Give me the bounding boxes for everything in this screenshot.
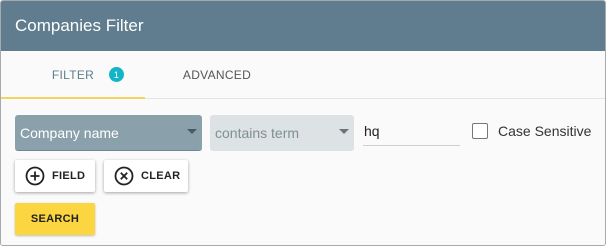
tab-bar: FILTER 1 ADVANCED — [1, 51, 605, 99]
clear-button[interactable]: CLEAR — [104, 160, 188, 192]
clear-label: CLEAR — [141, 170, 181, 182]
active-tab-indicator — [1, 97, 145, 99]
case-sensitive-checkbox[interactable] — [472, 123, 488, 139]
search-button[interactable]: SEARCH — [15, 203, 95, 235]
operator-select-value: contains term — [215, 125, 300, 141]
tab-filter-label: FILTER — [51, 67, 95, 82]
tab-advanced-label: ADVANCED — [182, 67, 252, 82]
tab-filter[interactable]: FILTER 1 — [1, 51, 145, 99]
chevron-down-icon — [339, 129, 349, 134]
plus-circle-icon — [25, 166, 45, 186]
panel-header: Companies Filter — [1, 1, 605, 51]
add-field-label: FIELD — [52, 170, 86, 182]
filter-condition-row: Company name contains term Case Sensitiv… — [15, 115, 595, 151]
field-select-value: Company name — [20, 124, 119, 141]
chevron-down-icon — [187, 129, 197, 134]
search-term-input[interactable] — [363, 117, 460, 146]
operator-select[interactable]: contains term — [210, 115, 354, 151]
companies-filter-panel: Companies Filter FILTER 1 ADVANCED Compa… — [0, 0, 606, 246]
tab-advanced[interactable]: ADVANCED — [147, 51, 287, 98]
case-sensitive-label: Case Sensitive — [498, 123, 592, 139]
filter-count-badge: 1 — [109, 67, 124, 82]
add-field-button[interactable]: FIELD — [15, 160, 95, 192]
field-select[interactable]: Company name — [15, 115, 202, 151]
x-circle-icon — [114, 166, 134, 186]
search-label: SEARCH — [30, 213, 80, 225]
panel-title: Companies Filter — [15, 16, 144, 35]
case-sensitive-toggle[interactable]: Case Sensitive — [472, 123, 591, 139]
